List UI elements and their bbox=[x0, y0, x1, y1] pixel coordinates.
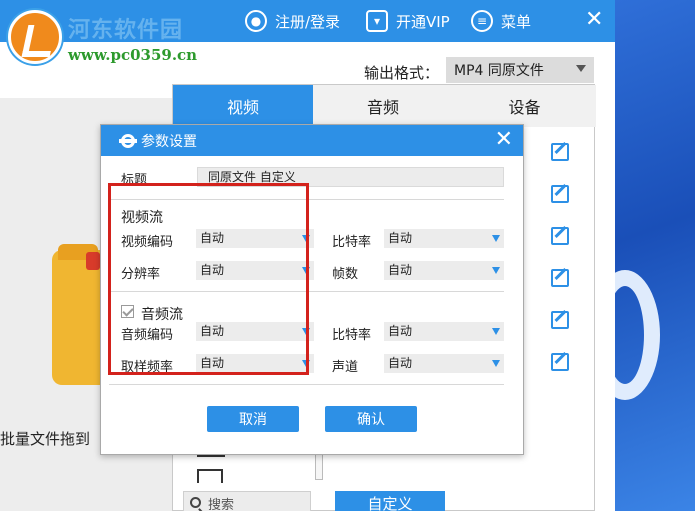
dialog-header: 参数设置 ✕ bbox=[101, 125, 523, 156]
menu-button[interactable]: ≡ 菜单 bbox=[471, 8, 531, 34]
edit-icon[interactable] bbox=[551, 311, 569, 329]
video-bitrate-label: 比特率 bbox=[332, 235, 372, 250]
framerate-select[interactable]: 自动 bbox=[384, 261, 504, 280]
edit-icon[interactable] bbox=[551, 269, 569, 287]
vip-label: 开通VIP bbox=[396, 12, 450, 31]
video-bitrate-select[interactable]: 自动 bbox=[384, 229, 504, 248]
tab-video[interactable]: 视频 bbox=[173, 85, 313, 127]
register-login-button[interactable]: ● 注册/登录 bbox=[245, 8, 340, 34]
output-format-label: 输出格式： bbox=[364, 64, 440, 82]
register-login-label: 注册/登录 bbox=[275, 12, 341, 31]
folder-tag-icon bbox=[86, 252, 100, 270]
edit-icon[interactable] bbox=[551, 353, 569, 371]
edit-icon[interactable] bbox=[551, 185, 569, 203]
output-format-value: MP4 同原文件 bbox=[454, 63, 544, 79]
desktop-background bbox=[615, 0, 695, 511]
channel-label: 声道 bbox=[332, 360, 359, 375]
tab-device[interactable]: 设备 bbox=[453, 85, 596, 127]
output-format-select[interactable]: MP4 同原文件 bbox=[446, 57, 594, 83]
search-input[interactable]: 搜索 bbox=[183, 491, 311, 511]
edit-icon[interactable] bbox=[551, 227, 569, 245]
drag-hint-text: 批量文件拖到 bbox=[0, 430, 91, 448]
highlight-annotation bbox=[108, 183, 309, 375]
watermark-name: 河东软件园 bbox=[68, 18, 184, 43]
file-icon bbox=[197, 469, 223, 483]
edit-icon[interactable] bbox=[551, 143, 569, 161]
audio-bitrate-label: 比特率 bbox=[332, 328, 372, 343]
channel-select[interactable]: 自动 bbox=[384, 354, 504, 373]
chevron-down-icon bbox=[576, 65, 586, 72]
divider bbox=[109, 384, 504, 385]
user-icon: ● bbox=[245, 10, 267, 32]
dialog-close-button[interactable]: ✕ bbox=[495, 127, 513, 153]
vip-button[interactable]: ▾ 开通VIP bbox=[366, 8, 450, 34]
watermark-logo bbox=[8, 10, 62, 64]
layers-icon: ≡ bbox=[471, 10, 493, 32]
tab-audio[interactable]: 音频 bbox=[313, 85, 453, 127]
settings-dialog: 参数设置 ✕ 标题 同原文件 自定义 视频流 视频编码 自动 比特率 自动 分辨… bbox=[100, 124, 524, 455]
cart-icon: ▾ bbox=[366, 10, 388, 32]
menu-label: 菜单 bbox=[501, 12, 532, 31]
dialog-title: 参数设置 bbox=[141, 133, 197, 150]
audio-bitrate-select[interactable]: 自动 bbox=[384, 322, 504, 341]
watermark-url: www.pc0359.cn bbox=[68, 46, 198, 64]
search-icon bbox=[190, 497, 201, 508]
window-close-button[interactable]: ✕ bbox=[585, 7, 603, 33]
cancel-button[interactable]: 取消 bbox=[207, 406, 299, 432]
custom-button[interactable]: 自定义 bbox=[335, 491, 445, 511]
confirm-button[interactable]: 确认 bbox=[325, 406, 417, 432]
search-placeholder: 搜索 bbox=[208, 497, 235, 511]
framerate-label: 帧数 bbox=[332, 267, 359, 282]
gear-icon bbox=[119, 133, 137, 148]
